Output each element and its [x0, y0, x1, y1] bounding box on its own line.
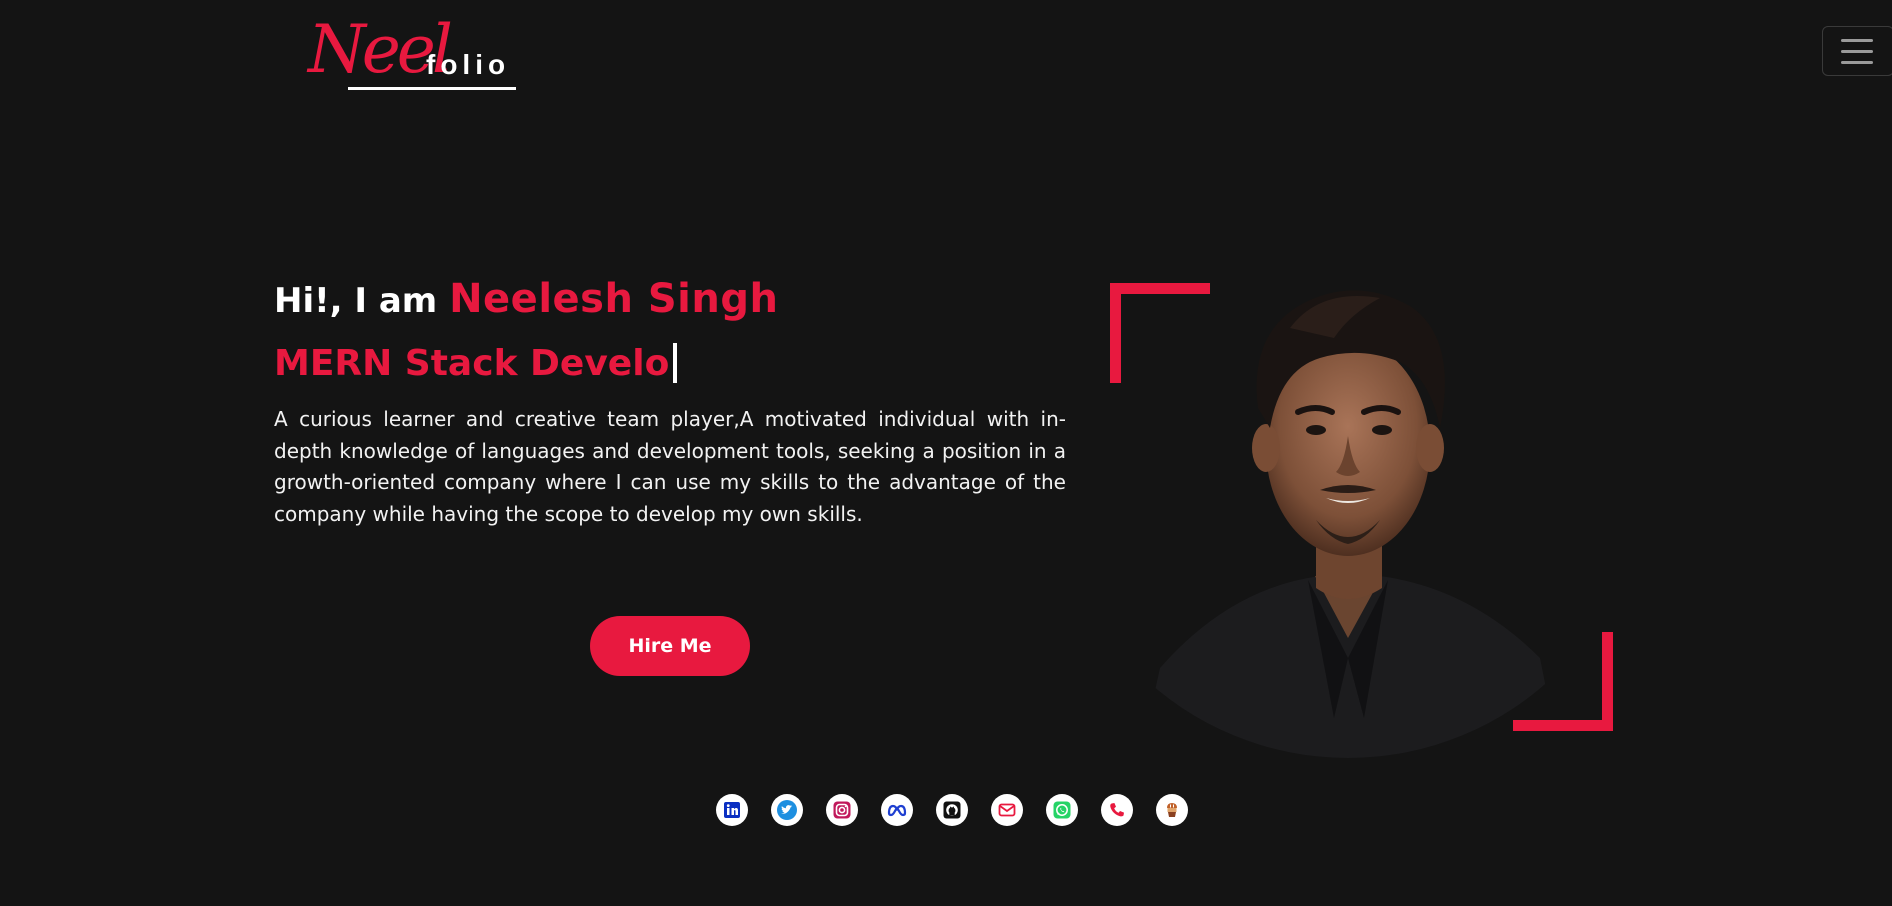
phone-icon [1110, 803, 1124, 817]
whatsapp-link[interactable] [1046, 794, 1078, 826]
profile-photo [1140, 290, 1560, 758]
github-icon [943, 801, 961, 819]
email-icon [998, 803, 1016, 817]
instagram-icon [833, 801, 851, 819]
typing-cursor [673, 343, 678, 383]
logo-underline [348, 87, 516, 90]
instagram-link[interactable] [826, 794, 858, 826]
portfolio-page: Neel folio Hi!, I am Neelesh Singh MERN … [0, 0, 1892, 906]
logo-suffix-text: folio [426, 49, 511, 80]
linkedin-link[interactable] [716, 794, 748, 826]
person-name: Neelesh Singh [449, 276, 779, 322]
twitter-icon [777, 800, 797, 820]
phone-link[interactable] [1101, 794, 1133, 826]
hamburger-menu-icon-bar [1841, 61, 1873, 64]
meta-link[interactable] [881, 794, 913, 826]
hamburger-menu-button[interactable] [1822, 26, 1892, 76]
typed-role-text: MERN Stack Develo [274, 343, 670, 384]
hire-me-button[interactable]: Hire Me [590, 616, 750, 676]
greeting-prefix: Hi!, I am [274, 281, 438, 321]
hackerrank-link[interactable] [1156, 794, 1188, 826]
email-link[interactable] [991, 794, 1023, 826]
corner-bracket-bottom-right [1602, 632, 1613, 731]
corner-bracket-bottom-right [1513, 720, 1613, 731]
hackerrank-icon [1167, 803, 1177, 817]
github-link[interactable] [936, 794, 968, 826]
hamburger-menu-icon-bar [1841, 50, 1873, 53]
intro-paragraph: A curious learner and creative team play… [274, 407, 1066, 526]
linkedin-icon [724, 802, 740, 818]
typed-role: MERN Stack Develo [274, 340, 678, 388]
whatsapp-icon [1053, 801, 1071, 819]
hamburger-menu-icon [1841, 39, 1873, 42]
twitter-link[interactable] [771, 794, 803, 826]
meta-icon [887, 804, 907, 817]
greeting-heading: Hi!, I am Neelesh Singh [274, 276, 778, 324]
